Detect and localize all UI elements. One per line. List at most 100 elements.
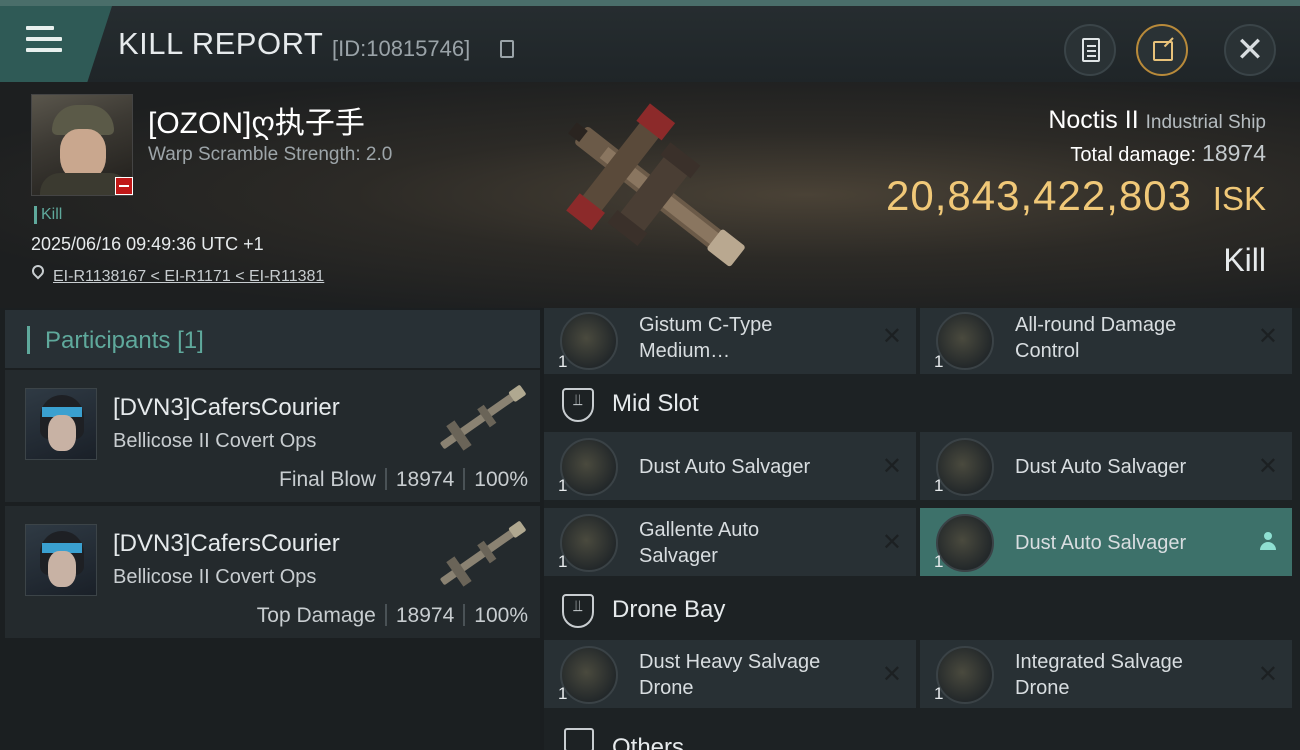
ship-class: Industrial Ship [1145, 112, 1266, 133]
participant-role: Final Blow [279, 468, 376, 491]
module-qty: 1 [558, 352, 568, 371]
participant-avatar[interactable] [25, 388, 97, 460]
module-name: Gallente Auto Salvager [639, 519, 760, 567]
drone-bay-icon [562, 594, 594, 628]
close-icon: ✕ [1235, 31, 1265, 69]
module-name: Dust Auto Salvager [1015, 456, 1187, 478]
top-bar: KILL REPORT [ID:10815746] ✕ [0, 0, 1300, 82]
section-mid-slot: Mid Slot [544, 376, 1300, 432]
armor-repairer-icon [560, 312, 618, 370]
section-others: Others [544, 712, 1300, 750]
module-name: All-round Damage Control [1015, 314, 1177, 362]
total-damage: Total damage: 18974 [1070, 140, 1266, 167]
module-qty: 1 [558, 476, 568, 495]
participant-avatar[interactable] [25, 524, 97, 596]
victim-ship-image [566, 103, 745, 267]
module-name: Dust Heavy Salvage Drone [639, 651, 821, 699]
module-slot[interactable]: 1 Dust Auto Salvager [920, 508, 1292, 576]
destroyed-icon: ✕ [1257, 453, 1278, 480]
participants-title: Participants [1] [45, 327, 204, 355]
share-icon [1153, 41, 1173, 61]
destroyed-icon: ✕ [1257, 323, 1278, 350]
isk-value: 20,843,422,803 [886, 172, 1192, 219]
destroyed-icon: ✕ [1257, 661, 1278, 688]
fitting-panel: 1 Gistum C-Type Medium… ✕ 1 All-round Da… [544, 308, 1300, 750]
participant-row[interactable]: [DVN3]CafersCourier Bellicose II Covert … [5, 506, 540, 640]
participant-stats: Top Damage 18974 100% [257, 604, 528, 628]
module-name: Dust Auto Salvager [639, 456, 811, 478]
victim-name[interactable]: [OZON]ღ执子手 [148, 98, 365, 142]
participant-ship: Bellicose II Covert Ops [113, 566, 317, 588]
report-id: [ID:10815746] [332, 36, 471, 61]
participant-name: [DVN3]CafersCourier [113, 394, 340, 421]
total-damage-value: 18974 [1202, 140, 1266, 166]
location-pin-icon [29, 262, 47, 280]
participant-ship-image [440, 521, 526, 587]
ship-name-text: Noctis II [1048, 106, 1139, 134]
kill-datetime: 2025/06/16 09:49:36 UTC +1 [31, 234, 264, 254]
participant-role: Top Damage [256, 604, 376, 627]
kill-result: Kill [1223, 242, 1266, 278]
participants-header: Participants [1] [5, 310, 540, 368]
participant-row[interactable]: [DVN3]CafersCourier Bellicose II Covert … [5, 370, 540, 504]
damage-control-icon [936, 312, 994, 370]
salvager-icon [560, 438, 618, 496]
destroyed-icon: ✕ [881, 661, 902, 688]
section-drone-bay: Drone Bay [544, 582, 1300, 638]
clipboard-button[interactable] [1064, 24, 1116, 76]
salvager-icon [560, 514, 618, 572]
close-button[interactable]: ✕ [1224, 24, 1276, 76]
module-qty: 1 [934, 476, 944, 495]
participant-name: [DVN3]CafersCourier [113, 530, 340, 557]
participants-panel: Participants [1] [DVN3]CafersCourier Bel… [0, 308, 540, 750]
ship-name[interactable]: Noctis II Industrial Ship [1048, 106, 1266, 135]
total-damage-label: Total damage: [1070, 144, 1197, 166]
module-qty: 1 [934, 684, 944, 703]
destroyed-icon: ✕ [881, 529, 902, 556]
participant-damage: 18974 [395, 604, 455, 627]
module-qty: 1 [934, 352, 944, 371]
module-qty: 1 [558, 552, 568, 571]
clipboard-icon [1082, 38, 1100, 62]
participant-damage: 18974 [395, 468, 455, 491]
section-accent-bar [27, 326, 30, 354]
participant-ship: Bellicose II Covert Ops [113, 430, 317, 452]
warp-scramble-strength: Warp Scramble Strength: 2.0 [148, 144, 393, 165]
module-qty: 1 [934, 552, 944, 571]
copy-icon[interactable] [500, 40, 514, 58]
section-title: Drone Bay [612, 596, 726, 623]
module-name: Dust Auto Salvager [1015, 532, 1187, 554]
hamburger-icon [26, 26, 62, 59]
participant-percent: 100% [474, 604, 528, 627]
others-icon [564, 728, 594, 750]
salvage-drone-icon [560, 646, 618, 704]
hostile-badge-icon [115, 177, 133, 195]
participants-label: Participants [45, 327, 171, 354]
dropped-person-icon [1260, 532, 1276, 552]
module-name: Integrated Salvage Drone [1015, 651, 1183, 699]
share-button[interactable] [1136, 24, 1188, 76]
module-slot[interactable]: 1 Gistum C-Type Medium… ✕ [544, 308, 916, 374]
participant-percent: 100% [474, 468, 528, 491]
kill-tag: Kill [34, 206, 62, 224]
salvager-icon [936, 514, 994, 572]
participant-ship-image [440, 385, 526, 451]
module-slot[interactable]: 1 Dust Auto Salvager ✕ [544, 432, 916, 500]
page-title: KILL REPORT [118, 26, 324, 61]
participant-stats: Final Blow 18974 100% [279, 468, 528, 492]
location-link[interactable]: EI-R1138167 < EI-R1171 < EI-R11381 [53, 268, 324, 286]
module-slot[interactable]: 1 Integrated Salvage Drone ✕ [920, 640, 1292, 708]
victim-panel: [OZON]ღ执子手 Warp Scramble Strength: 2.0 K… [0, 82, 1300, 308]
module-slot[interactable]: 1 Dust Auto Salvager ✕ [920, 432, 1292, 500]
section-title: Mid Slot [612, 390, 699, 417]
destroyed-icon: ✕ [881, 453, 902, 480]
module-slot[interactable]: 1 All-round Damage Control ✕ [920, 308, 1292, 374]
salvager-icon [936, 438, 994, 496]
mid-slot-icon [562, 388, 594, 422]
module-slot[interactable]: 1 Gallente Auto Salvager ✕ [544, 508, 916, 576]
menu-button[interactable] [0, 6, 112, 82]
participants-count: [1] [177, 327, 204, 354]
module-slot[interactable]: 1 Dust Heavy Salvage Drone ✕ [544, 640, 916, 708]
salvage-drone-icon [936, 646, 994, 704]
isk-unit: ISK [1212, 180, 1266, 217]
